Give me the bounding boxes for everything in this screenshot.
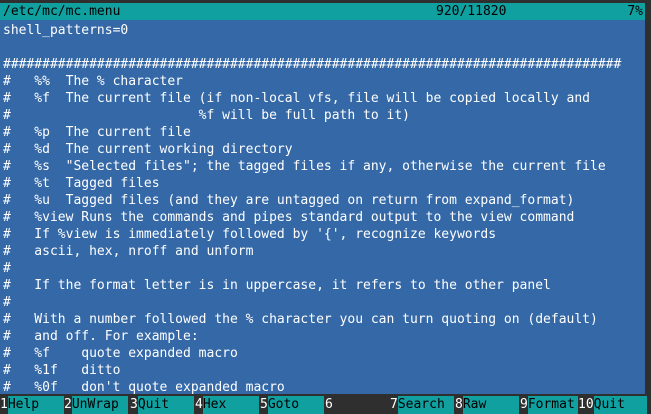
text-line bbox=[3, 39, 621, 56]
fkey-number: 5 bbox=[260, 396, 268, 414]
f1-help-button[interactable]: 1Help bbox=[0, 396, 64, 414]
fkey-label: Quit bbox=[137, 396, 194, 414]
text-line: shell_patterns=0 bbox=[3, 23, 129, 38]
text-line: ########################################… bbox=[3, 57, 622, 72]
function-key-bar: 1Help 2UnWrap 3Quit 4Hex 5Goto 6 7Search… bbox=[0, 396, 651, 414]
text-line: # ascii, hex, nroff and unform bbox=[3, 244, 254, 259]
text-line: # bbox=[3, 295, 11, 310]
fkey-number: 2 bbox=[64, 396, 72, 414]
text-line: # If the format letter is in uppercase, … bbox=[3, 278, 551, 293]
text-line: # and off. For example: bbox=[3, 329, 199, 344]
fkey-number: 1 bbox=[0, 396, 8, 414]
text-line: # If %view is immediately followed by '{… bbox=[3, 227, 497, 242]
text-line: # bbox=[3, 261, 11, 276]
text-line: # %f The current file (if non-local vfs,… bbox=[3, 91, 590, 106]
window-edge bbox=[645, 3, 651, 394]
fkey-label: UnWrap bbox=[71, 396, 128, 414]
fkey-number: 6 bbox=[325, 396, 333, 414]
f10-quit-button[interactable]: 10Quit bbox=[578, 396, 647, 414]
f7-search-button[interactable]: 7Search bbox=[390, 396, 454, 414]
f3-quit-button[interactable]: 3Quit bbox=[130, 396, 194, 414]
f2-unwrap-button[interactable]: 2UnWrap bbox=[64, 396, 128, 414]
fkey-label: Help bbox=[7, 396, 64, 414]
fkey-label: Raw bbox=[462, 396, 519, 414]
byte-position: 920/11820 bbox=[436, 4, 507, 19]
fkey-number: 3 bbox=[130, 396, 138, 414]
text-line: # %s "Selected files"; the tagged files … bbox=[3, 159, 606, 174]
text-line: # With a number followed the % character… bbox=[3, 312, 598, 327]
text-line: # %1f ditto bbox=[3, 363, 121, 378]
fkey-number: 7 bbox=[390, 396, 398, 414]
fkey-label: Quit bbox=[593, 396, 647, 414]
text-line: # %p The current file bbox=[3, 125, 191, 140]
fkey-number: 10 bbox=[578, 396, 594, 414]
terminal-window: /etc/mc/mc.menu 920/11820 7% shell_patte… bbox=[0, 0, 651, 414]
f9-format-button[interactable]: 9Format bbox=[520, 396, 584, 414]
file-viewer-content[interactable]: shell_patterns=0 #######################… bbox=[0, 20, 645, 394]
text-line: # %0f don't quote expanded macro bbox=[3, 380, 285, 394]
text-line: # %view Runs the commands and pipes stan… bbox=[3, 210, 575, 225]
f8-raw-button[interactable]: 8Raw bbox=[455, 396, 519, 414]
text-line: # %u Tagged files (and they are untagged… bbox=[3, 193, 575, 208]
text-line: # %t Tagged files bbox=[3, 176, 160, 191]
file-path: /etc/mc/mc.menu bbox=[3, 4, 121, 19]
text-line: # %f quote expanded macro bbox=[3, 346, 238, 361]
text-line: # %f will be full path to it) bbox=[3, 108, 410, 123]
text-line: # %% The % character bbox=[3, 74, 184, 89]
scroll-percent: 7% bbox=[627, 4, 643, 19]
viewer-title-bar: /etc/mc/mc.menu 920/11820 7% bbox=[0, 3, 645, 20]
text-line: # %d The current working directory bbox=[3, 142, 293, 157]
fkey-label: Goto bbox=[267, 396, 324, 414]
f4-hex-button[interactable]: 4Hex bbox=[195, 396, 259, 414]
fkey-number: 8 bbox=[455, 396, 463, 414]
fkey-number: 4 bbox=[195, 396, 203, 414]
fkey-label: Hex bbox=[202, 396, 259, 414]
f6-button[interactable]: 6 bbox=[325, 396, 389, 414]
text-lines: shell_patterns=0 #######################… bbox=[3, 22, 621, 394]
fkey-label: Format bbox=[527, 396, 584, 414]
fkey-label: Search bbox=[397, 396, 454, 414]
f5-goto-button[interactable]: 5Goto bbox=[260, 396, 324, 414]
fkey-number: 9 bbox=[520, 396, 528, 414]
